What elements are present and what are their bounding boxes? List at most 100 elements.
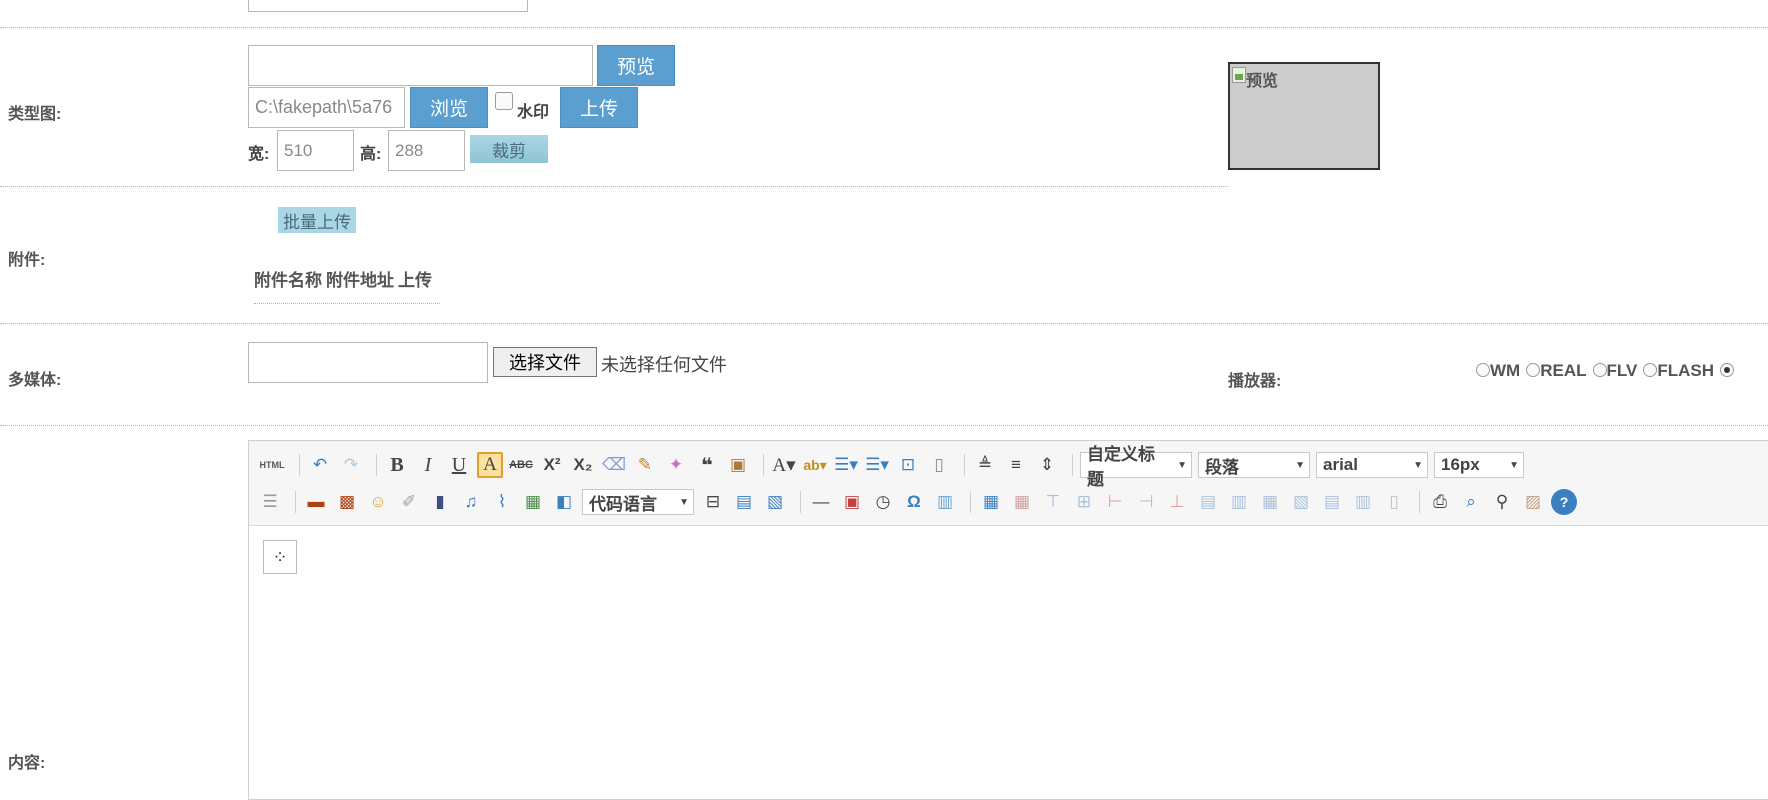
multimedia-label: 多媒体:: [8, 372, 62, 389]
web-map-icon[interactable]: ▧: [762, 489, 788, 515]
delete-row-icon[interactable]: ⊢: [1102, 489, 1128, 515]
file-path-input[interactable]: [248, 87, 405, 128]
split-cells-icon[interactable]: ▧: [1288, 489, 1314, 515]
split-cols-icon[interactable]: ▥: [1350, 489, 1376, 515]
select-all-icon[interactable]: ⊡: [895, 452, 921, 478]
batch-upload-button[interactable]: 批量上传: [278, 207, 356, 233]
date-icon[interactable]: ▣: [839, 489, 865, 515]
paragraph-select[interactable]: 段落 ▼: [1198, 452, 1310, 478]
preview-icon[interactable]: ⌕: [1458, 489, 1484, 515]
bold-icon[interactable]: B: [384, 452, 410, 478]
blockquote-icon[interactable]: ❝: [694, 452, 720, 478]
radio-selected[interactable]: [1720, 363, 1735, 377]
divider: [0, 186, 1228, 187]
row-spacing-bottom-icon[interactable]: ≡: [1003, 452, 1029, 478]
delete-col-icon[interactable]: ⊥: [1164, 489, 1190, 515]
insert-para-before-icon[interactable]: ⊤: [1040, 489, 1066, 515]
rich-text-editor: HTML ↶ ↷ B I U A ABC X² X₂ ⌫ ✎ ✦ ❝ ▣ A▾ …: [248, 440, 1768, 800]
emotion-icon[interactable]: ☺: [365, 489, 391, 515]
preview-button[interactable]: 预览: [597, 45, 675, 86]
clear-doc-icon[interactable]: ▯: [926, 452, 952, 478]
delete-table-icon[interactable]: ▦: [1009, 489, 1035, 515]
radio-flv[interactable]: [1592, 363, 1607, 377]
width-input[interactable]: [277, 130, 354, 171]
attachment-label: 附件:: [8, 252, 46, 269]
insert-frame-icon[interactable]: ◧: [551, 489, 577, 515]
print-icon[interactable]: ⎙: [1427, 489, 1453, 515]
auto-format-icon[interactable]: ✦: [663, 452, 689, 478]
radio-real-label: REAL: [1540, 361, 1587, 380]
attachment-icon[interactable]: ⌇: [489, 489, 515, 515]
chart-icon[interactable]: ▯: [1381, 489, 1407, 515]
browse-button[interactable]: 浏览: [410, 87, 488, 128]
unordered-list-icon[interactable]: ☰▾: [864, 452, 890, 478]
time-icon[interactable]: ◷: [870, 489, 896, 515]
table-divider: [254, 303, 440, 304]
row-spacing-top-icon[interactable]: ≜: [972, 452, 998, 478]
insert-col-icon[interactable]: ⊣: [1133, 489, 1159, 515]
html-source-icon[interactable]: HTML: [257, 452, 287, 478]
broken-image-icon: [1232, 67, 1246, 83]
toolbar-row-2: ☰ ▬ ▩ ☺ ✐ ▮ ♫ ⌇ ▦ ◧ 代码语言 ▼ ⊟ ▤ ▧ — ▣ ◷ Ω …: [257, 485, 1582, 519]
table-icon[interactable]: ▦: [978, 489, 1004, 515]
merge-down-icon[interactable]: ▦: [1257, 489, 1283, 515]
music-icon[interactable]: ♫: [458, 489, 484, 515]
choose-file-button[interactable]: 选择文件: [493, 347, 597, 377]
page-break-icon[interactable]: ⊟: [700, 489, 726, 515]
redo-icon[interactable]: ↷: [338, 452, 364, 478]
format-brush-icon[interactable]: ✎: [632, 452, 658, 478]
search-replace-icon[interactable]: ⚲: [1489, 489, 1515, 515]
background-color-icon[interactable]: ab▾: [802, 452, 828, 478]
column-attachment-name: 附件名称: [254, 271, 322, 290]
draft-icon[interactable]: ▨: [1520, 489, 1546, 515]
radio-flash[interactable]: [1643, 363, 1658, 377]
eraser-icon[interactable]: ⌫: [601, 452, 627, 478]
drag-resize-icon[interactable]: ⁘: [263, 540, 297, 574]
attachment-table-header: 附件名称 附件地址 上传: [254, 266, 432, 291]
insert-row-icon[interactable]: ⊞: [1071, 489, 1097, 515]
multi-image-icon[interactable]: ▩: [334, 489, 360, 515]
radio-real[interactable]: [1526, 363, 1541, 377]
font-border-icon[interactable]: A: [477, 452, 503, 478]
line-height-icon[interactable]: ⇕: [1034, 452, 1060, 478]
custom-heading-select[interactable]: 自定义标题 ▼: [1080, 445, 1192, 489]
editor-toolbar: HTML ↶ ↷ B I U A ABC X² X₂ ⌫ ✎ ✦ ❝ ▣ A▾ …: [249, 441, 1768, 526]
underline-icon[interactable]: U: [446, 452, 472, 478]
divider: [0, 323, 1768, 324]
font-color-icon[interactable]: A▾: [771, 452, 797, 478]
split-rows-icon[interactable]: ▤: [1319, 489, 1345, 515]
multimedia-url-input[interactable]: [248, 342, 488, 383]
italic-icon[interactable]: I: [415, 452, 441, 478]
video-icon[interactable]: ▮: [427, 489, 453, 515]
font-family-select[interactable]: arial ▼: [1316, 452, 1428, 478]
template-icon[interactable]: ▤: [731, 489, 757, 515]
scrawl-icon[interactable]: ✐: [396, 489, 422, 515]
watermark-checkbox[interactable]: [495, 92, 513, 110]
merge-cells-icon[interactable]: ▤: [1195, 489, 1221, 515]
help-icon[interactable]: ?: [1551, 489, 1577, 515]
align-center-icon[interactable]: ☰: [257, 489, 283, 515]
subscript-icon[interactable]: X₂: [570, 452, 596, 478]
code-language-select[interactable]: 代码语言 ▼: [582, 489, 694, 515]
top-cut-input[interactable]: [248, 0, 528, 12]
word-image-icon[interactable]: ▥: [932, 489, 958, 515]
image-url-input[interactable]: [248, 45, 593, 86]
strikethrough-icon[interactable]: ABC: [508, 452, 534, 478]
font-size-select[interactable]: 16px ▼: [1434, 452, 1524, 478]
radio-wm[interactable]: [1476, 363, 1490, 377]
special-char-icon[interactable]: Ω: [901, 489, 927, 515]
height-input[interactable]: [388, 130, 465, 171]
crop-button[interactable]: 裁剪: [470, 135, 548, 163]
ordered-list-icon[interactable]: ☰▾: [833, 452, 859, 478]
upload-button[interactable]: 上传: [560, 87, 638, 128]
map-icon[interactable]: ▦: [520, 489, 546, 515]
superscript-icon[interactable]: X²: [539, 452, 565, 478]
horizontal-rule-icon[interactable]: —: [808, 489, 834, 515]
editor-content-area[interactable]: ⁘: [249, 525, 1768, 799]
image-icon[interactable]: ▬: [303, 489, 329, 515]
merge-right-icon[interactable]: ▥: [1226, 489, 1252, 515]
undo-icon[interactable]: ↶: [307, 452, 333, 478]
paste-text-icon[interactable]: ▣: [725, 452, 751, 478]
radio-wm-label: WM: [1490, 361, 1521, 380]
preview-image-box: 预览: [1228, 62, 1380, 170]
